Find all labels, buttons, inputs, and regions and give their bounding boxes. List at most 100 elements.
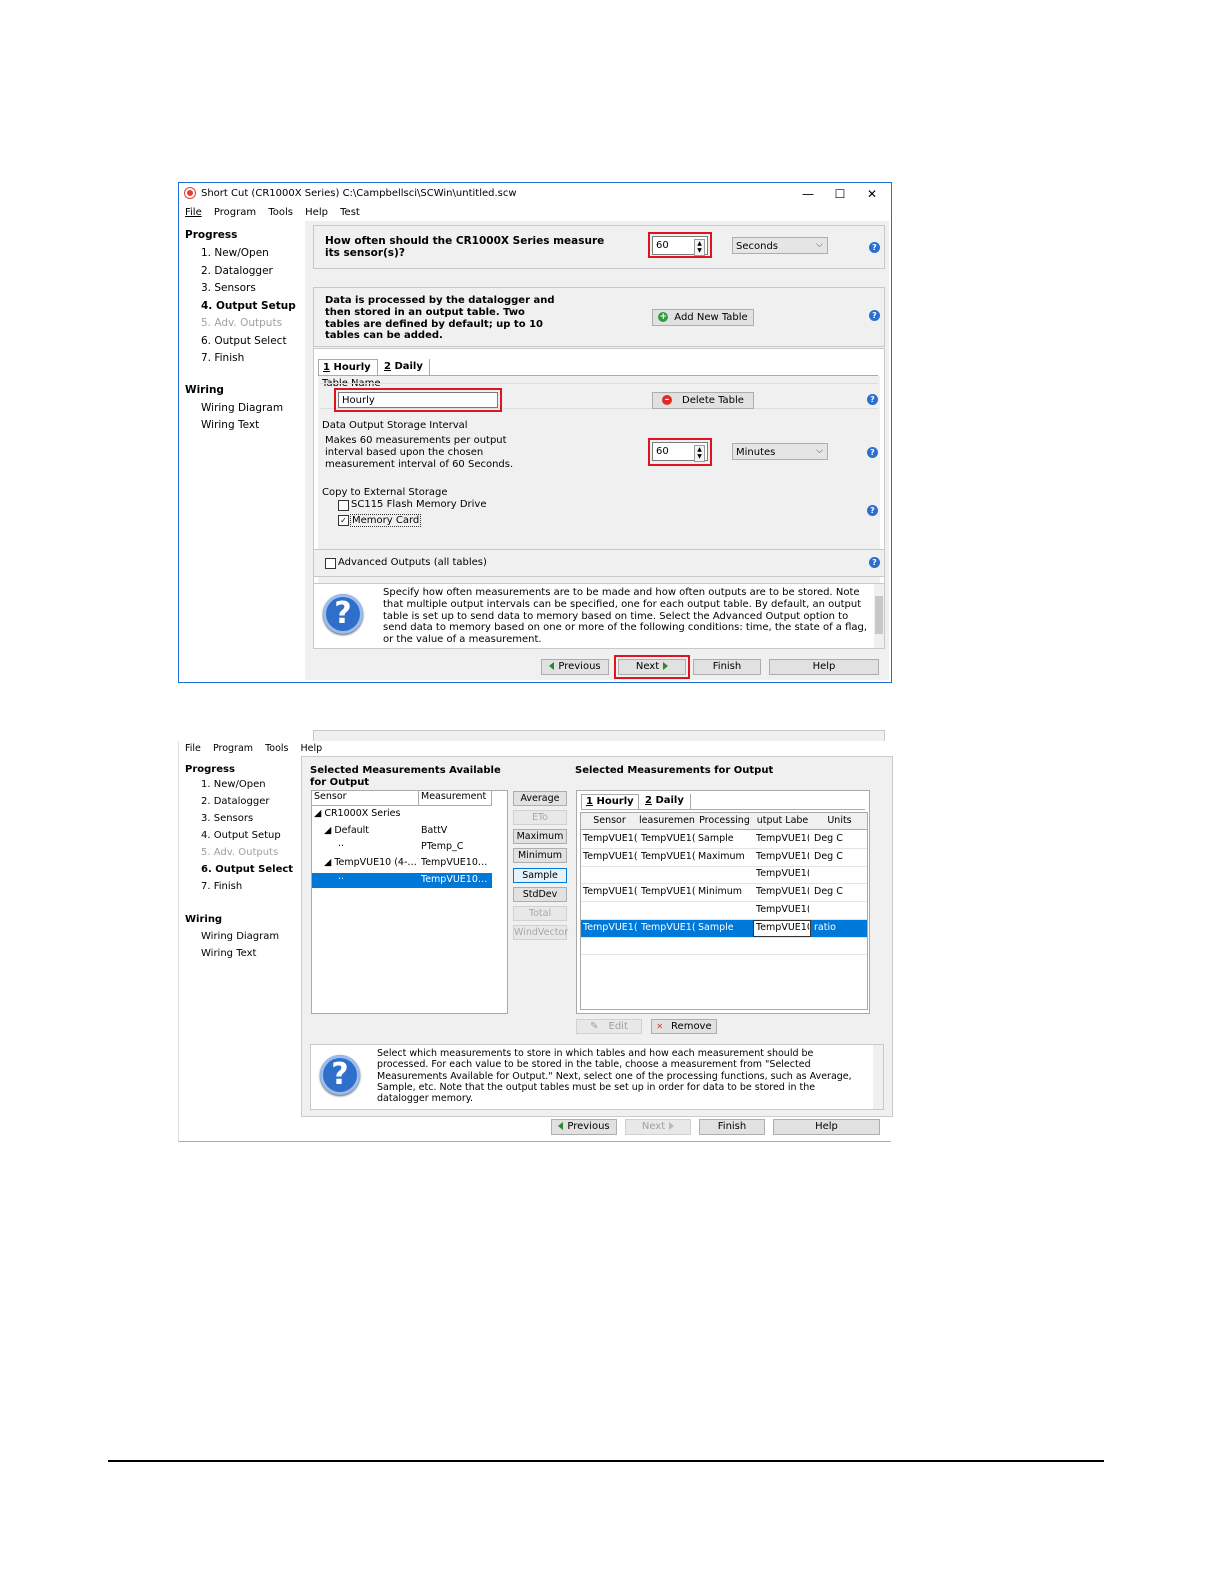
help-icon[interactable]: ? — [869, 557, 880, 568]
menu-help[interactable]: Help — [301, 743, 323, 754]
available-row-measurement[interactable]: TempVUE10… — [421, 857, 491, 868]
advanced-outputs-checkbox[interactable] — [325, 558, 336, 569]
nav-item-finish[interactable]: 7. Finish — [185, 352, 303, 370]
menu-file[interactable]: File — [185, 207, 202, 218]
menu-help[interactable]: Help — [305, 207, 328, 218]
info-scrollbar[interactable] — [873, 1045, 883, 1109]
output-cell[interactable]: Deg C — [814, 833, 866, 844]
help-button[interactable]: Help — [769, 659, 879, 675]
output-cell[interactable]: Deg C — [814, 886, 866, 897]
nav-item-finish[interactable]: 7. Finish — [185, 881, 303, 898]
nav-item-wiring-diagram[interactable]: Wiring Diagram — [185, 931, 303, 948]
info-scrollbar[interactable] — [874, 584, 884, 648]
available-tree[interactable]: Sensor Measurement ◢ CR1000X Series ◢ De… — [311, 790, 508, 1014]
close-button[interactable]: ✕ — [857, 186, 887, 202]
output-column-output-label[interactable]: utput Labe — [754, 815, 811, 826]
nav-item-output-setup[interactable]: 4. Output Setup — [185, 830, 303, 847]
maximize-button[interactable]: ☐ — [825, 186, 855, 202]
nav-item-output-select[interactable]: 6. Output Select — [185, 335, 303, 353]
available-row-measurement[interactable]: BattV — [421, 825, 447, 836]
output-units-select[interactable]: Minutes ⌵ — [732, 443, 828, 460]
available-row-measurement[interactable]: TempVUE10… — [421, 874, 491, 885]
scroll-thumb[interactable] — [875, 596, 883, 634]
nav-item-new-open[interactable]: 1. New/Open — [185, 779, 303, 796]
finish-button[interactable]: Finish — [693, 659, 761, 675]
nav-item-sensors[interactable]: 3. Sensors — [185, 282, 303, 300]
menu-file[interactable]: File — [185, 743, 201, 754]
stddev-button[interactable]: StdDev — [513, 887, 567, 902]
finish-button[interactable]: Finish — [699, 1119, 765, 1135]
help-icon[interactable]: ? — [869, 242, 880, 253]
output-column-measurement[interactable]: leasuremen — [639, 815, 695, 826]
output-cell[interactable]: Maximum — [698, 851, 753, 862]
output-cell[interactable]: Deg C — [814, 851, 866, 862]
spinner-arrows-icon[interactable]: ▲ ▼ — [694, 445, 705, 462]
scan-units-select[interactable]: Seconds ⌵ — [732, 237, 828, 254]
output-column-units[interactable]: Units — [812, 815, 867, 826]
table-name-input[interactable]: Hourly — [338, 392, 498, 408]
tab-hourly[interactable]: 1 Hourly — [318, 359, 378, 375]
output-cell[interactable]: TempVUE1( — [641, 833, 695, 844]
output-cell[interactable]: ratio — [814, 922, 866, 933]
menu-tools[interactable]: Tools — [268, 207, 293, 218]
next-button[interactable]: Next — [618, 659, 686, 675]
output-cell[interactable]: TempVUE10 — [756, 922, 809, 933]
nav-item-sensors[interactable]: 3. Sensors — [185, 813, 303, 830]
spinner-arrows-icon[interactable]: ▲ ▼ — [694, 239, 705, 256]
available-row-sensor[interactable]: ◢ TempVUE10 (4-… — [324, 857, 417, 868]
nav-item-output-setup[interactable]: 4. Output Setup — [185, 300, 303, 318]
sc115-checkbox[interactable] — [338, 500, 349, 511]
help-icon[interactable]: ? — [867, 505, 878, 516]
nav-item-datalogger[interactable]: 2. Datalogger — [185, 265, 303, 283]
help-icon[interactable]: ? — [867, 394, 878, 405]
output-cell[interactable]: TempVUE1( — [756, 851, 809, 862]
average-button[interactable]: Average — [513, 791, 567, 806]
output-cell[interactable]: Minimum — [698, 886, 753, 897]
menu-test[interactable]: Test — [340, 207, 360, 218]
help-icon[interactable]: ? — [869, 310, 880, 321]
scan-interval-spinner[interactable]: 60 ▲ ▼ — [652, 236, 708, 256]
nav-item-wiring-text[interactable]: Wiring Text — [185, 948, 303, 965]
output-cell[interactable]: TempVUE1( — [756, 904, 809, 915]
minimize-button[interactable]: — — [793, 186, 823, 202]
menu-program[interactable]: Program — [213, 743, 253, 754]
available-row-measurement[interactable]: PTemp_C — [421, 841, 463, 852]
output-cell[interactable]: TempVUE1( — [583, 851, 637, 862]
output-cell[interactable]: TempVUE1( — [583, 922, 637, 933]
available-row-sensor[interactable]: ◢ Default — [324, 825, 369, 836]
output-grid[interactable]: Sensor leasuremen Processing utput Labe … — [580, 812, 868, 1010]
remove-button[interactable]: ✕ Remove — [651, 1019, 717, 1034]
output-interval-spinner[interactable]: 60 ▲ ▼ — [652, 442, 708, 462]
output-cell[interactable]: TempVUE1( — [756, 886, 809, 897]
output-cell[interactable]: TempVUE1( — [583, 833, 637, 844]
output-cell[interactable]: TempVUE1( — [641, 886, 695, 897]
output-cell[interactable]: TempVUE1( — [641, 851, 695, 862]
nav-item-wiring-diagram[interactable]: Wiring Diagram — [185, 402, 303, 420]
add-new-table-button[interactable]: + Add New Table — [652, 309, 754, 326]
menu-program[interactable]: Program — [214, 207, 256, 218]
available-row-sensor[interactable]: ◢ CR1000X Series — [314, 808, 400, 819]
available-column-sensor[interactable]: Sensor — [312, 791, 419, 806]
memory-card-checkbox[interactable]: ✓ — [338, 515, 349, 526]
help-button[interactable]: Help — [773, 1119, 880, 1135]
available-column-measurement[interactable]: Measurement — [419, 791, 492, 806]
tab-daily[interactable]: 2 Daily — [641, 794, 691, 809]
output-cell[interactable]: TempVUE1( — [756, 833, 809, 844]
nav-item-wiring-text[interactable]: Wiring Text — [185, 419, 303, 437]
maximum-button[interactable]: Maximum — [513, 829, 567, 844]
delete-table-button[interactable]: – Delete Table — [652, 392, 754, 409]
nav-item-output-select[interactable]: 6. Output Select — [185, 864, 303, 881]
sample-button[interactable]: Sample — [513, 868, 567, 883]
available-row-sensor[interactable]: ·· — [338, 874, 344, 885]
tab-daily[interactable]: 2 Daily — [380, 359, 430, 375]
previous-button[interactable]: Previous — [551, 1119, 617, 1135]
available-row-sensor[interactable]: ·· — [338, 841, 344, 852]
output-cell[interactable]: Sample — [698, 833, 753, 844]
minimum-button[interactable]: Minimum — [513, 848, 567, 863]
output-column-processing[interactable]: Processing — [696, 815, 753, 826]
output-cell[interactable]: Sample — [698, 922, 753, 933]
nav-item-new-open[interactable]: 1. New/Open — [185, 247, 303, 265]
output-cell[interactable]: TempVUE1( — [583, 886, 637, 897]
menu-tools[interactable]: Tools — [265, 743, 288, 754]
help-icon[interactable]: ? — [867, 447, 878, 458]
